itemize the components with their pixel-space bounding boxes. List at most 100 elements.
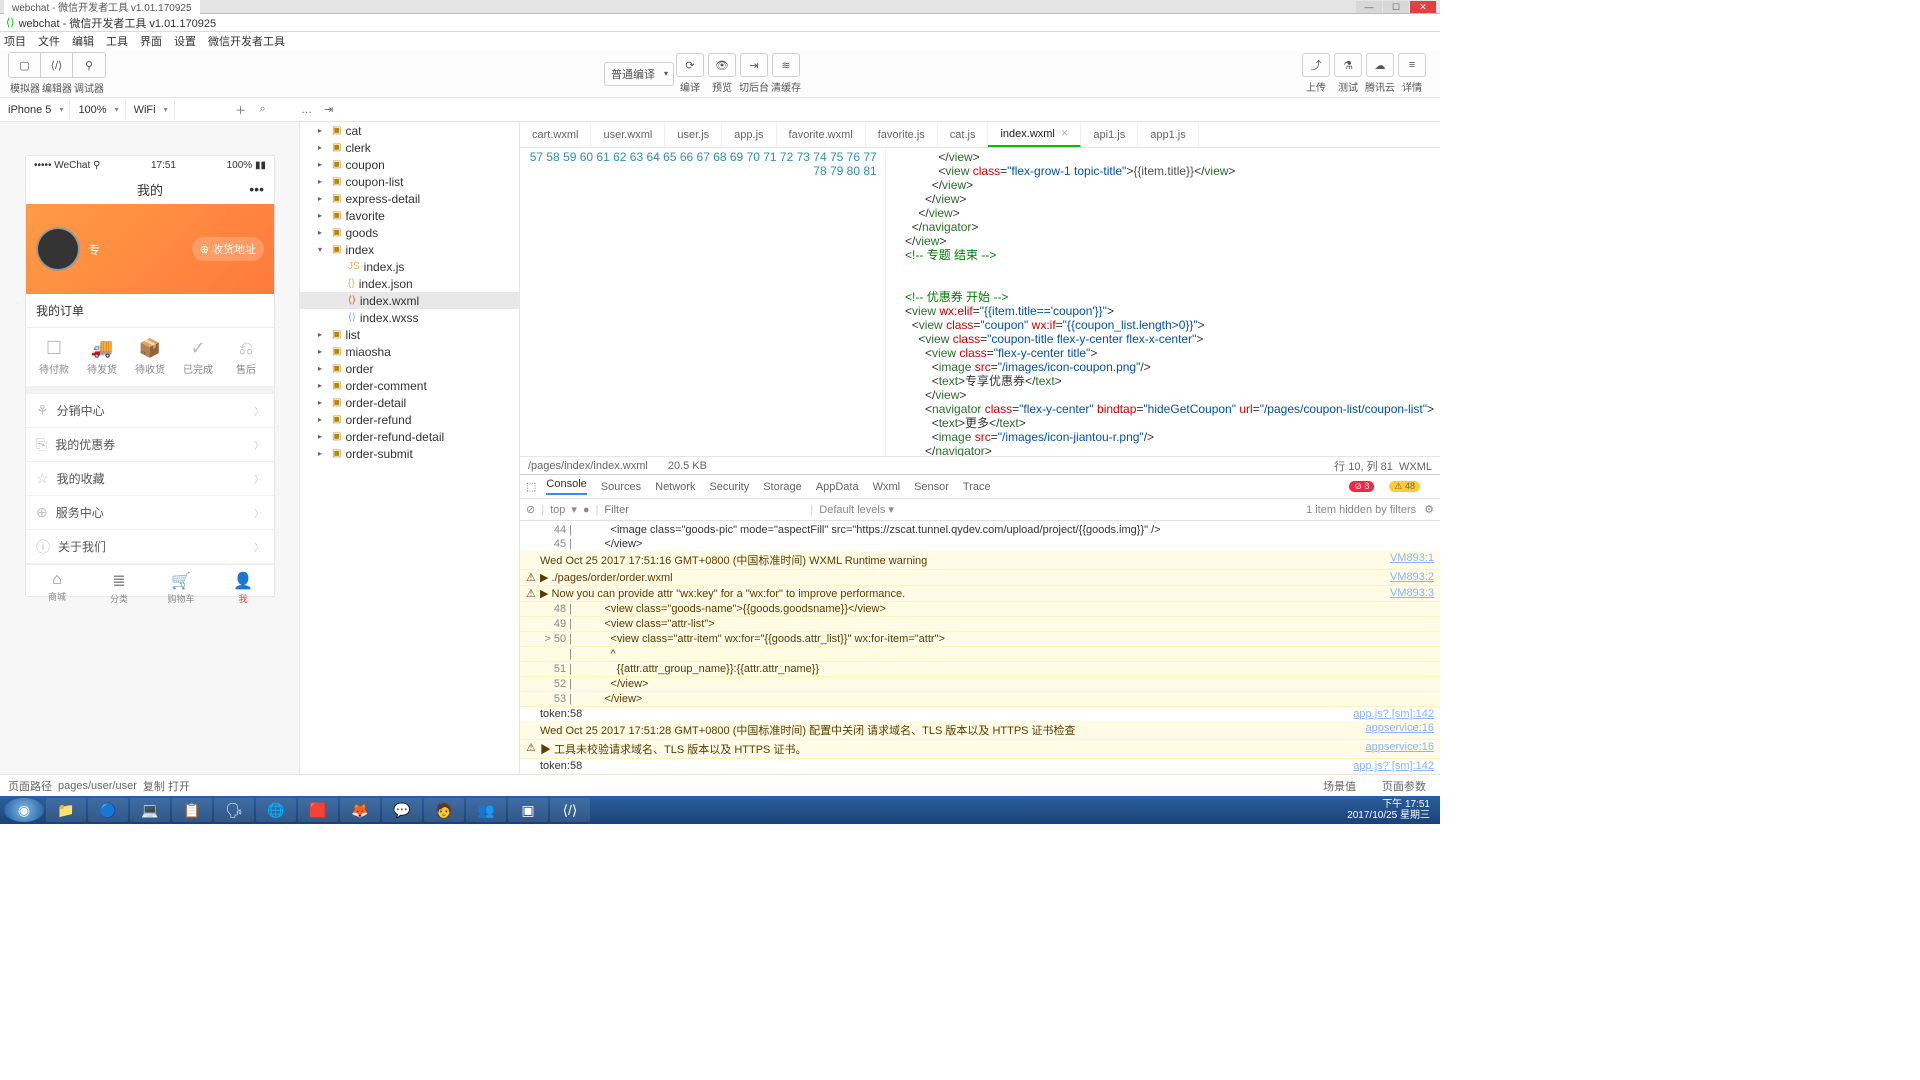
tree-arrow-icon[interactable]: ▸ [318, 160, 328, 169]
console-line[interactable]: 45 | </view> [520, 537, 1440, 551]
zoom-select[interactable]: 100% [70, 100, 125, 120]
tree-node[interactable]: ▸▣order [300, 360, 519, 377]
console-line[interactable]: > 50 | <view class="attr-item" wx:for="{… [520, 632, 1440, 647]
taskbar-app[interactable]: ▣ [508, 798, 548, 822]
taskbar-app[interactable]: 🟥 [298, 798, 338, 822]
tree-node[interactable]: ▸▣express-detail [300, 190, 519, 207]
details-button[interactable]: ≡ [1398, 53, 1426, 77]
taskbar-app[interactable]: 🔵 [88, 798, 128, 822]
editor-tab[interactable]: cart.wxml [520, 122, 591, 147]
console-line[interactable]: Wed Oct 25 2017 17:51:28 GMT+0800 (中国标准时… [520, 721, 1440, 740]
devtools-tab-sensor[interactable]: Sensor [914, 481, 949, 493]
tree-node[interactable]: ▸▣order-refund [300, 411, 519, 428]
tabbar-item[interactable]: ≣分类 [88, 565, 150, 612]
console-source-link[interactable]: app.js? [sm]:142 [1353, 760, 1434, 772]
console-line[interactable]: token:58app.js? [sm]:142 [520, 759, 1440, 773]
order-item[interactable]: 📦待收货 [126, 338, 174, 376]
order-item[interactable]: ⎌售后 [222, 338, 270, 376]
tree-arrow-icon[interactable]: ▸ [318, 211, 328, 220]
tree-arrow-icon[interactable]: ▸ [318, 364, 328, 373]
console-settings-icon[interactable]: ⚙ [1424, 503, 1434, 516]
profile-menu-item[interactable]: ⓘ关于我们〉 [26, 530, 274, 564]
tree-arrow-icon[interactable]: ▸ [318, 381, 328, 390]
taskbar-app[interactable]: 🧑 [424, 798, 464, 822]
devtools-tab-security[interactable]: Security [709, 481, 749, 493]
devtools-tab-network[interactable]: Network [655, 481, 695, 493]
window-minimize[interactable]: — [1356, 1, 1382, 13]
menu-界面[interactable]: 界面 [140, 33, 162, 49]
start-button[interactable]: ◉ [4, 798, 44, 822]
editor-tab[interactable]: index.wxml✕ [988, 122, 1081, 147]
tree-node[interactable]: ⟨⟩index.wxss [300, 309, 519, 326]
phone-nav-more-icon[interactable]: ••• [249, 181, 264, 197]
console-line[interactable]: 49 | <view class="attr-list"> [520, 617, 1440, 632]
console-line[interactable]: 44 | <image class="goods-pic" mode="aspe… [520, 523, 1440, 537]
console-line[interactable]: 52 | </view> [520, 677, 1440, 692]
phone-preview[interactable]: ••••• WeChat ⚲ 17:51 100% ▮▮ 我的 ••• 专 收货… [26, 156, 274, 596]
page-path-actions[interactable]: 复制 打开 [143, 778, 190, 794]
console-line[interactable]: Wed Oct 25 2017 17:51:29 GMT+0800 (中国标准时… [520, 773, 1440, 774]
menu-工具[interactable]: 工具 [106, 33, 128, 49]
system-clock[interactable]: 下午 17:512017/10/25 星期三 [1341, 799, 1436, 821]
new-file-icon[interactable]: ＋ [230, 102, 252, 118]
devtools-tab-trace[interactable]: Trace [963, 481, 991, 493]
console-line[interactable]: ⚠▶ Now you can provide attr "wx:key" for… [520, 586, 1440, 602]
console-source-link[interactable]: app.js? [sm]:142 [1353, 708, 1434, 720]
tree-arrow-icon[interactable]: ▸ [318, 143, 328, 152]
collapse-tree-icon[interactable]: ⇥ [318, 103, 340, 116]
editor-tab[interactable]: app.js [722, 122, 776, 147]
taskbar-app[interactable]: 🌐 [256, 798, 296, 822]
warning-count-badge[interactable]: ⚠ 48 [1389, 481, 1420, 492]
devtools-tab-sources[interactable]: Sources [601, 481, 641, 493]
background-button[interactable]: ⇥ [740, 53, 768, 77]
console-line[interactable]: ⚠▶ 工具未校验请求域名、TLS 版本以及 HTTPS 证书。appservic… [520, 740, 1440, 759]
tree-arrow-icon[interactable]: ▸ [318, 432, 328, 441]
editor-tab[interactable]: api1.js [1081, 122, 1138, 147]
taskbar-app[interactable]: 🦊 [340, 798, 380, 822]
console-line[interactable]: | ^ [520, 647, 1440, 662]
taskbar-app[interactable]: 💻 [130, 798, 170, 822]
tree-node[interactable]: {}index.json [300, 275, 519, 292]
menu-编辑[interactable]: 编辑 [72, 33, 94, 49]
devtools-tab-wxml[interactable]: Wxml [873, 481, 901, 493]
menu-微信开发者工具[interactable]: 微信开发者工具 [208, 33, 285, 49]
tree-arrow-icon[interactable]: ▸ [318, 177, 328, 186]
tree-node[interactable]: ▸▣favorite [300, 207, 519, 224]
tree-arrow-icon[interactable]: ▸ [318, 398, 328, 407]
taskbar-app[interactable]: 👥 [466, 798, 506, 822]
device-select[interactable]: iPhone 5 [0, 100, 70, 120]
console-line[interactable]: 48 | <view class="goods-name">{{goods.go… [520, 602, 1440, 617]
editor-tab[interactable]: user.wxml [591, 122, 665, 147]
editor-tab[interactable]: cat.js [938, 122, 989, 147]
tree-node[interactable]: ⟨⟩index.wxml [300, 292, 519, 309]
console-filter-input[interactable] [604, 504, 804, 516]
editor-tab[interactable]: favorite.js [866, 122, 938, 147]
preview-button[interactable]: 👁 [708, 53, 736, 77]
tree-node[interactable]: ▾▣index [300, 241, 519, 258]
profile-menu-item[interactable]: ☆我的收藏〉 [26, 462, 274, 496]
tree-node[interactable]: ▸▣order-refund-detail [300, 428, 519, 445]
console-line[interactable]: 53 | </view> [520, 692, 1440, 707]
profile-menu-item[interactable]: ⎘我的优惠券〉 [26, 428, 274, 462]
tree-node[interactable]: ▸▣order-detail [300, 394, 519, 411]
tree-node[interactable]: ▸▣cat [300, 122, 519, 139]
console-line[interactable]: Wed Oct 25 2017 17:51:16 GMT+0800 (中国标准时… [520, 551, 1440, 570]
taskbar-app[interactable]: 📋 [172, 798, 212, 822]
tree-node[interactable]: ▸▣goods [300, 224, 519, 241]
error-count-badge[interactable]: ⊘ 8 [1349, 481, 1374, 492]
console-line[interactable]: 51 | {{attr.attr_group_name}}:{{attr.att… [520, 662, 1440, 677]
taskbar-app[interactable]: 📁 [46, 798, 86, 822]
code-editor[interactable]: 57 58 59 60 61 62 63 64 65 66 67 68 69 7… [520, 148, 1440, 456]
test-button[interactable]: ⚗ [1334, 53, 1362, 77]
profile-menu-item[interactable]: ⚘分销中心〉 [26, 394, 274, 428]
taskbar-app[interactable]: 🗣 [214, 798, 254, 822]
tree-arrow-icon[interactable]: ▸ [318, 126, 328, 135]
tree-arrow-icon[interactable]: ▸ [318, 228, 328, 237]
order-item[interactable]: ✓已完成 [174, 338, 222, 376]
network-select[interactable]: WiFi [126, 100, 175, 120]
window-maximize[interactable]: ☐ [1383, 1, 1409, 13]
clear-cache-button[interactable]: ≋ [772, 53, 800, 77]
tree-node[interactable]: ▸▣coupon [300, 156, 519, 173]
shipping-address-button[interactable]: 收货地址 [192, 237, 264, 261]
tree-arrow-icon[interactable]: ▾ [318, 245, 328, 254]
